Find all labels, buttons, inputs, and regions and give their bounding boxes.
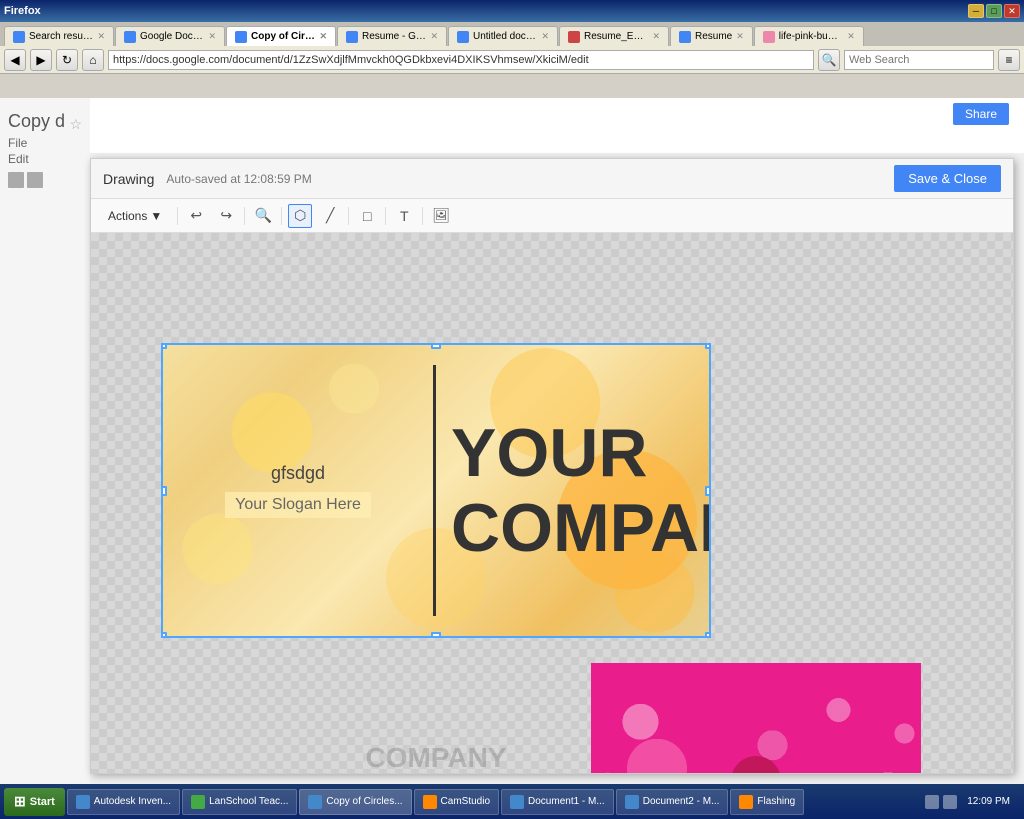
tab-copy-circles[interactable]: Copy of Circle... ✕ xyxy=(226,26,336,46)
taskbar-item-document1[interactable]: Document1 - M... xyxy=(501,789,614,815)
tab-resume2[interactable]: Resume ✕ xyxy=(670,26,753,46)
tab-favicon xyxy=(457,31,469,43)
tab-favicon xyxy=(13,31,25,43)
tab-google-docs[interactable]: Google Docs Te... ✕ xyxy=(115,26,225,46)
flashing-icon xyxy=(739,795,753,809)
card-left-panel: gfsdgd Your Slogan Here xyxy=(163,345,433,636)
text-tool-button[interactable]: T xyxy=(392,204,416,228)
tab-favicon xyxy=(763,31,775,43)
drawing-canvas[interactable]: gfsdgd Your Slogan Here YOUR COMPANY COM… xyxy=(91,233,1013,773)
taskbar-item-lanschool[interactable]: LanSchool Teac... xyxy=(182,789,297,815)
taskbar-tray: 12:09 PM xyxy=(921,795,1020,809)
drawing-header: Drawing Auto-saved at 12:08:59 PM Save &… xyxy=(91,159,1013,199)
tab-bar: Search results - G... ✕ Google Docs Te..… xyxy=(0,22,1024,46)
lanschool-icon xyxy=(191,795,205,809)
nav-bar: ◀ ▶ ↻ ⌂ 🔍 ≡ xyxy=(0,46,1024,74)
document2-icon xyxy=(625,795,639,809)
toolbar-separator-4 xyxy=(348,207,349,225)
tab-favicon xyxy=(568,31,580,43)
maximize-button[interactable]: □ xyxy=(986,4,1002,18)
tab-untitled[interactable]: Untitled docume... ✕ xyxy=(448,26,558,46)
drawing-autosave-label: Auto-saved at 12:08:59 PM xyxy=(166,172,311,186)
pink-center-circle xyxy=(731,756,781,774)
autodesk-icon xyxy=(76,795,90,809)
address-bar[interactable] xyxy=(108,50,814,70)
taskbar-item-document2[interactable]: Document2 - M... xyxy=(616,789,729,815)
doc-file-menu[interactable]: File xyxy=(8,136,82,150)
forward-button[interactable]: ▶ xyxy=(30,49,52,71)
toolbar-separator-3 xyxy=(281,207,282,225)
tab-search-results[interactable]: Search results - G... ✕ xyxy=(4,26,114,46)
minimize-button[interactable]: ─ xyxy=(968,4,984,18)
tab-favicon xyxy=(679,31,691,43)
card-slogan-text: Your Slogan Here xyxy=(225,492,371,518)
circles-icon xyxy=(308,795,322,809)
card-company-name: YOUR COMPANY xyxy=(451,416,711,566)
zoom-button[interactable]: 🔍 xyxy=(251,204,275,228)
undo-icon[interactable] xyxy=(27,172,43,188)
browser-chrome: Firefox ─ □ ✕ Search results - G... ✕ Go… xyxy=(0,0,1024,74)
back-button[interactable]: ◀ xyxy=(4,49,26,71)
line-tool-button[interactable]: ╱ xyxy=(318,204,342,228)
title-bar-controls: ─ □ ✕ xyxy=(968,4,1020,18)
search-go-button[interactable]: 🔍 xyxy=(818,49,840,71)
tab-favicon xyxy=(346,31,358,43)
menu-button[interactable]: ≡ xyxy=(998,49,1020,71)
doc-title-area: Share xyxy=(90,98,1024,153)
search-input[interactable] xyxy=(844,50,994,70)
star-icon[interactable]: ☆ xyxy=(69,116,82,133)
taskbar-item-camstudio[interactable]: CamStudio xyxy=(414,789,499,815)
tab-resume-example[interactable]: Resume_Example... ✕ xyxy=(559,26,669,46)
redo-button[interactable]: ↪ xyxy=(214,204,238,228)
card-company-tagline: gfsdgd xyxy=(271,463,325,484)
tray-volume-icon[interactable] xyxy=(943,795,957,809)
doc-edit-menu[interactable]: Edit xyxy=(8,152,82,166)
card-right-panel: YOUR COMPANY xyxy=(436,345,709,636)
refresh-button[interactable]: ↻ xyxy=(56,49,78,71)
actions-menu-button[interactable]: Actions ▼ xyxy=(99,205,171,227)
print-icon[interactable] xyxy=(8,172,24,188)
drawing-modal: Drawing Auto-saved at 12:08:59 PM Save &… xyxy=(90,158,1014,774)
tab-favicon xyxy=(124,31,136,43)
doc-sidebar-panel: Copy d File Edit ☆ xyxy=(0,98,90,784)
taskbar-items: Autodesk Inven... LanSchool Teac... Copy… xyxy=(67,789,919,815)
start-button[interactable]: ⊞ Start xyxy=(4,788,65,816)
toolbar-separator-2 xyxy=(244,207,245,225)
camstudio-icon xyxy=(423,795,437,809)
business-card-element[interactable]: gfsdgd Your Slogan Here YOUR COMPANY xyxy=(161,343,711,638)
shape-tool-button[interactable]: □ xyxy=(355,204,379,228)
taskbar-item-autodesk[interactable]: Autodesk Inven... xyxy=(67,789,180,815)
undo-button[interactable]: ↩ xyxy=(184,204,208,228)
title-bar-text: Firefox xyxy=(4,5,41,17)
toolbar-separator-6 xyxy=(422,207,423,225)
title-bar: Firefox ─ □ ✕ xyxy=(0,0,1024,22)
select-tool-button[interactable]: ⬡ xyxy=(288,204,312,228)
taskbar-clock: 12:09 PM xyxy=(961,795,1016,809)
card-bottom-shadow: COMPANY xyxy=(161,743,711,773)
toolbar-separator-5 xyxy=(385,207,386,225)
toolbar-separator-1 xyxy=(177,207,178,225)
share-button[interactable]: Share xyxy=(953,103,1009,125)
tab-favicon xyxy=(235,31,247,43)
main-content: Copy d File Edit ☆ Share Drawing Auto-sa… xyxy=(0,98,1024,784)
doc-toolbar-icons xyxy=(8,172,82,188)
save-close-button[interactable]: Save & Close xyxy=(894,165,1001,192)
close-browser-button[interactable]: ✕ xyxy=(1004,4,1020,18)
home-button[interactable]: ⌂ xyxy=(82,49,104,71)
image-tool-button[interactable]: 🖼 xyxy=(429,204,453,228)
taskbar: ⊞ Start Autodesk Inven... LanSchool Teac… xyxy=(0,784,1024,819)
taskbar-item-flashing[interactable]: Flashing xyxy=(730,789,804,815)
taskbar-item-circles[interactable]: Copy of Circles... xyxy=(299,789,411,815)
drawing-toolbar: Actions ▼ ↩ ↪ 🔍 ⬡ ╱ □ T 🖼 xyxy=(91,199,1013,233)
drawing-title-label: Drawing xyxy=(103,171,154,187)
tab-resume[interactable]: Resume - Google... ✕ xyxy=(337,26,447,46)
tab-pink-bubbles[interactable]: life-pink-bubbles-... ✕ xyxy=(754,26,864,46)
tray-network-icon[interactable] xyxy=(925,795,939,809)
document1-icon xyxy=(510,795,524,809)
